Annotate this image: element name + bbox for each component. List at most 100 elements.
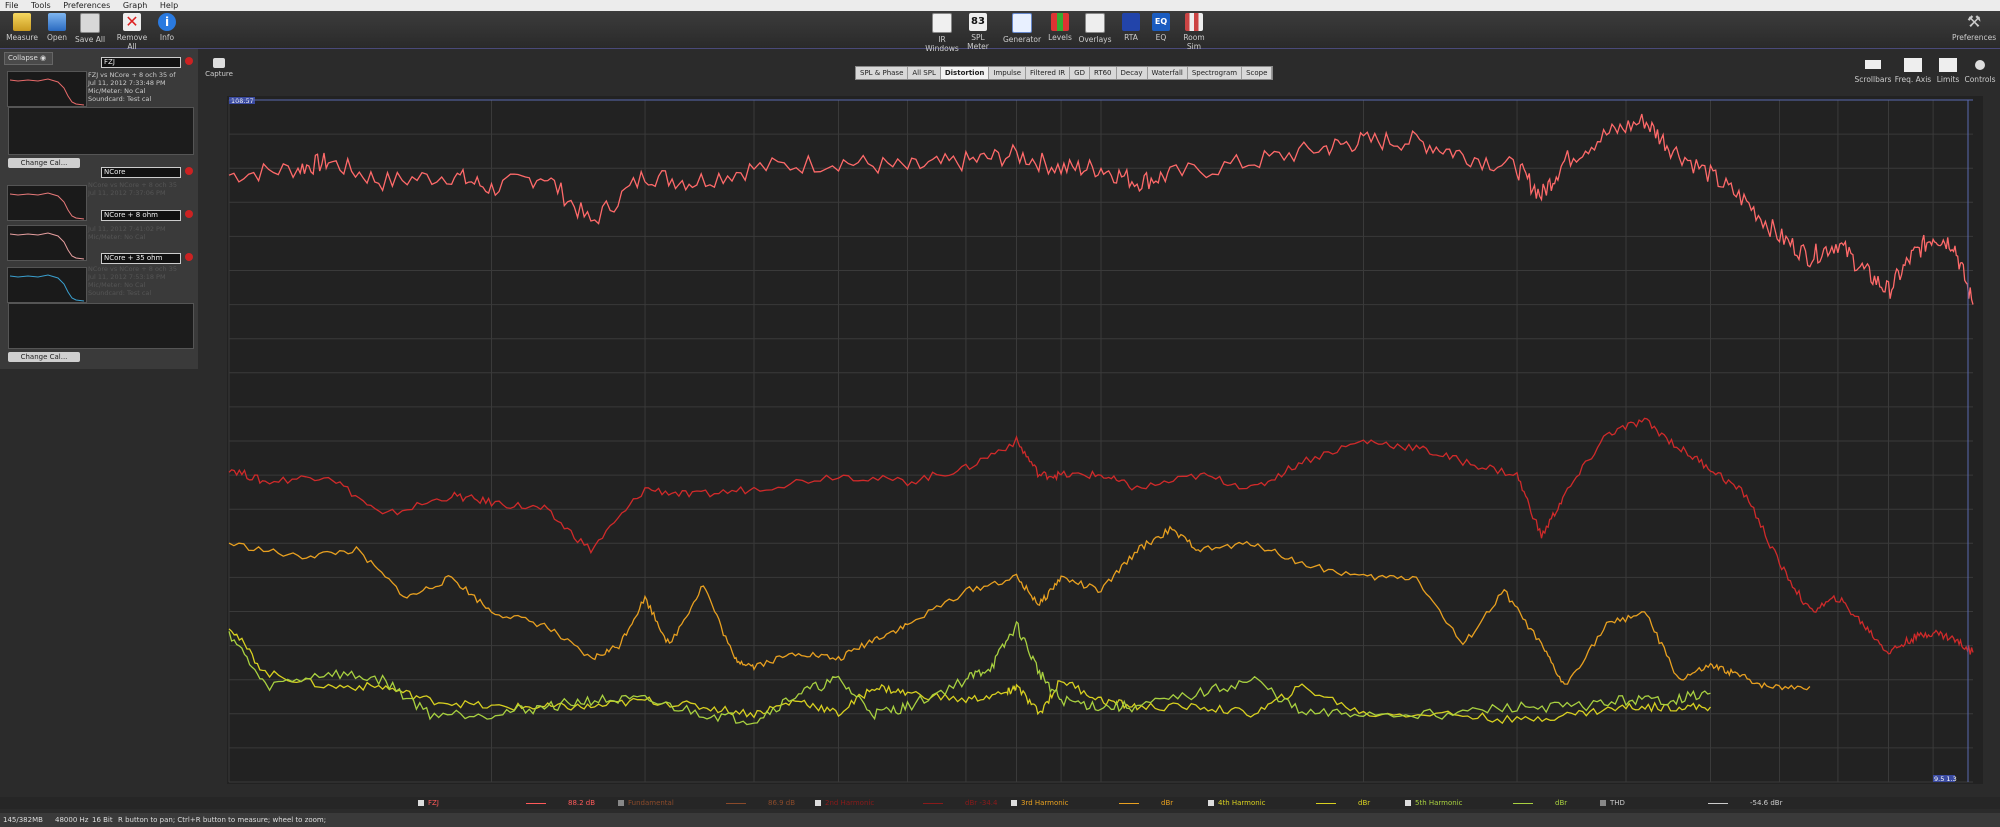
tab-spl-phase[interactable]: SPL & Phase [856,67,909,79]
tab-distortion[interactable]: Distortion [940,67,990,79]
info-icon: i [158,13,176,31]
levels-button[interactable]: Levels [1046,13,1074,42]
controls-icon [1975,60,1985,70]
tab-rt60[interactable]: RT60 [1090,67,1117,79]
limits-button[interactable]: Limits [1934,58,1962,84]
tab-gd[interactable]: GD [1070,67,1090,79]
menu-tools[interactable]: Tools [26,0,56,11]
legend-value: dBr [1555,799,1568,807]
memory-status: 145/382MB [3,816,43,824]
spl-meter-label: SPL Meter [967,33,989,51]
ir-windows-label: IR Windows [925,35,959,53]
measurement-name-field[interactable]: FZJ [101,57,181,68]
measurement-thumbnail[interactable] [7,71,87,107]
notes-box[interactable] [8,107,194,155]
legend-swatch [726,803,746,804]
tab-scope[interactable]: Scope [1242,67,1273,79]
measure-label: Measure [6,33,38,42]
overlays-button[interactable]: Overlays [1078,13,1112,44]
spl-meter-button[interactable]: 83 SPL Meter [962,13,994,51]
measure-icon [13,13,31,31]
measurement-thumbnail[interactable] [7,267,87,303]
notes-box[interactable] [8,303,194,349]
open-label: Open [46,33,68,42]
remove-measurement-icon[interactable] [185,253,193,261]
measure-button[interactable]: Measure [6,13,38,42]
folder-icon [48,13,66,31]
legend-item[interactable]: 4th Harmonic [1208,798,1266,808]
legend-checkbox[interactable] [1600,800,1606,806]
generator-button[interactable]: Generator [1002,13,1042,44]
spl-meter-value: 83 [971,16,985,27]
room-sim-button[interactable]: Room Sim [1176,13,1212,51]
measurement-name-field[interactable]: NCore [101,167,181,178]
menu-help[interactable]: Help [155,0,183,11]
legend-checkbox[interactable] [1011,800,1017,806]
graph-tabs: SPL & Phase All SPL Distortion Impulse F… [855,66,1274,80]
measurement-thumbnail[interactable] [7,185,87,221]
change-cal-button[interactable]: Change Cal... [8,352,80,362]
save-all-button[interactable]: Save All [74,13,106,44]
eq-button[interactable]: EQ EQ [1150,13,1172,42]
legend-value: 86.9 dB [768,799,796,807]
legend-checkbox[interactable] [815,800,821,806]
tab-waterfall[interactable]: Waterfall [1148,67,1188,79]
camera-icon [213,58,225,68]
change-cal-button[interactable]: Change Cal... [8,158,80,168]
tab-filtered-ir[interactable]: Filtered IR [1026,67,1071,79]
tab-impulse[interactable]: Impulse [989,67,1027,79]
remove-measurement-icon[interactable] [185,167,193,175]
measurement-info-line: Soundcard: Test cal [88,289,152,297]
hint-status: R button to pan; Ctrl+R button to measur… [118,816,327,824]
remove-all-button[interactable]: ✕ Remove All [112,13,152,52]
legend-checkbox[interactable] [1405,800,1411,806]
measurement-info: NCore vs NCore + 8 och 35 Jul 11, 2012 7:… [88,181,177,197]
scrollbars-button[interactable]: Scrollbars [1854,58,1892,84]
distortion-graph[interactable]: 1015202530354045505560657075808590951001… [212,96,1983,794]
tab-decay[interactable]: Decay [1117,67,1148,79]
legend-value: dBr -34.4 [965,799,998,807]
measurement-name-field[interactable]: NCore + 35 ohm [101,253,181,264]
collapse-button[interactable]: Collapse ◉ [4,52,53,65]
legend-value: dBr [1358,799,1371,807]
legend-item[interactable]: 3rd Harmonic [1011,798,1069,808]
ir-windows-button[interactable]: IR Windows [922,13,962,53]
legend-swatch [1119,803,1139,804]
remove-measurement-icon[interactable] [185,210,193,218]
overlays-label: Overlays [1078,35,1112,44]
measurement-info: Jul 11, 2012 7:41:02 PM Mic/Meter: No Cal [88,225,166,241]
overlays-icon [1085,13,1105,33]
legend-swatch [526,803,546,804]
menu-preferences[interactable]: Preferences [58,0,115,11]
legend-item[interactable]: 5th Harmonic [1405,798,1463,808]
legend-item[interactable]: 2nd Harmonic [815,798,874,808]
measurement-thumbnail[interactable] [7,225,87,261]
tab-all-spl[interactable]: All SPL [908,67,941,79]
preferences-button[interactable]: ⚒ Preferences [1952,13,1996,43]
levels-icon [1051,13,1069,31]
legend-checkbox[interactable] [618,800,624,806]
rta-button[interactable]: RTA [1120,13,1142,42]
controls-button[interactable]: Controls [1964,58,1996,84]
distortion-chart[interactable]: 1015202530354045505560657075808590951001… [212,96,1983,794]
remove-measurement-icon[interactable] [185,57,193,65]
legend-checkbox[interactable] [1208,800,1214,806]
legend-item[interactable]: THD [1600,798,1625,808]
tab-spectrogram[interactable]: Spectrogram [1188,67,1243,79]
legend-checkbox[interactable] [418,800,424,806]
measurement-info-line: NCore vs NCore + 8 och 35 [88,265,177,273]
freq-axis-button[interactable]: Freq. Axis [1894,58,1932,84]
scrollbars-label: Scrollbars [1854,75,1892,84]
menu-file[interactable]: File [0,0,23,11]
scrollbars-icon [1865,60,1881,69]
room-sim-icon [1185,13,1203,31]
legend-item[interactable]: FZJ [418,798,439,808]
menu-graph[interactable]: Graph [118,0,153,11]
legend-item[interactable]: Fundamental [618,798,674,808]
info-button[interactable]: i Info [156,13,178,42]
remove-icon: ✕ [123,13,141,31]
measurement-info: NCore vs NCore + 8 och 35 Jul 11, 2012 7:… [88,265,177,297]
capture-button[interactable]: Capture [202,58,236,84]
open-button[interactable]: Open [42,13,72,42]
measurement-name-field[interactable]: NCore + 8 ohm [101,210,181,221]
